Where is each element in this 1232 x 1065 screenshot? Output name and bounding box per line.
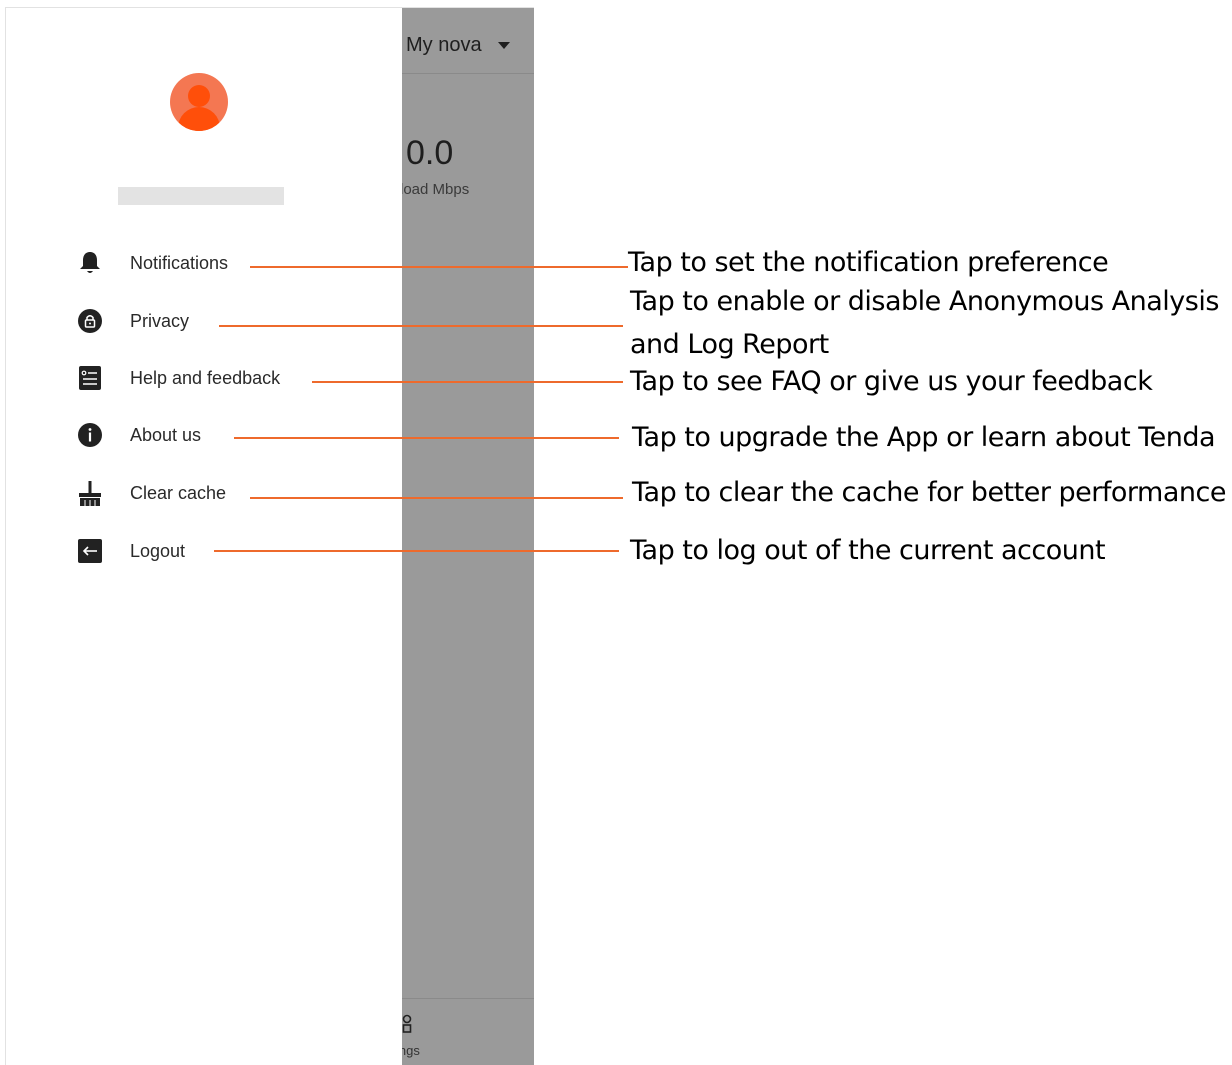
username-placeholder <box>118 187 284 205</box>
phone-screen: My nova 0.0 load Mbps ings Notifications <box>5 7 534 1065</box>
bell-icon <box>80 252 100 273</box>
annotation-clear-cache: Tap to clear the cache for better perfor… <box>632 477 1226 508</box>
app-header: My nova <box>402 8 534 74</box>
annotation-notifications: Tap to set the notification preference <box>628 247 1109 278</box>
avatar-head <box>188 85 210 107</box>
menu-label: Privacy <box>130 311 190 331</box>
annotation-line-about <box>234 437 619 439</box>
app-background-overlay[interactable]: My nova 0.0 load Mbps ings <box>396 8 534 1065</box>
annotation-line-notifications <box>250 266 628 268</box>
broom-icon <box>79 481 101 506</box>
tab-bar: ings <box>396 998 534 1065</box>
logout-icon <box>78 539 102 563</box>
menu-label: Logout <box>130 541 186 561</box>
menu-item-clear-cache[interactable]: Clear cache <box>76 475 396 511</box>
menu-item-about-us[interactable]: About us <box>76 417 396 453</box>
annotation-line-privacy <box>219 325 623 327</box>
info-icon <box>78 423 102 447</box>
annotation-about: Tap to upgrade the App or learn about Te… <box>632 422 1216 453</box>
menu-label: Help and feedback <box>130 368 281 388</box>
network-name[interactable]: My nova <box>406 34 482 57</box>
menu-label: Notifications <box>130 253 229 273</box>
avatar-body <box>178 107 220 131</box>
speed-value: 0.0 <box>406 134 454 172</box>
annotation-line-clear-cache <box>250 497 623 499</box>
settings-tab-icon[interactable] <box>402 1013 414 1037</box>
annotation-logout: Tap to log out of the current account <box>630 535 1106 566</box>
document-icon <box>79 366 101 390</box>
annotation-line-logout <box>214 550 619 552</box>
lock-icon <box>78 309 102 333</box>
annotation-line-help <box>312 381 623 383</box>
side-drawer: Notifications Privacy Help and feedback <box>6 8 402 1065</box>
menu-item-privacy[interactable]: Privacy <box>76 303 396 339</box>
menu-label: About us <box>130 425 202 445</box>
menu-item-help-feedback[interactable]: Help and feedback <box>76 360 396 396</box>
menu-item-notifications[interactable]: Notifications <box>76 245 396 281</box>
avatar[interactable] <box>170 73 228 131</box>
dropdown-caret-icon[interactable] <box>498 42 510 49</box>
menu-label: Clear cache <box>130 483 227 503</box>
speed-label: load Mbps <box>400 181 470 198</box>
annotation-help: Tap to see FAQ or give us your feedback <box>630 366 1153 397</box>
annotation-privacy-line1: Tap to enable or disable Anonymous Analy… <box>630 286 1219 317</box>
